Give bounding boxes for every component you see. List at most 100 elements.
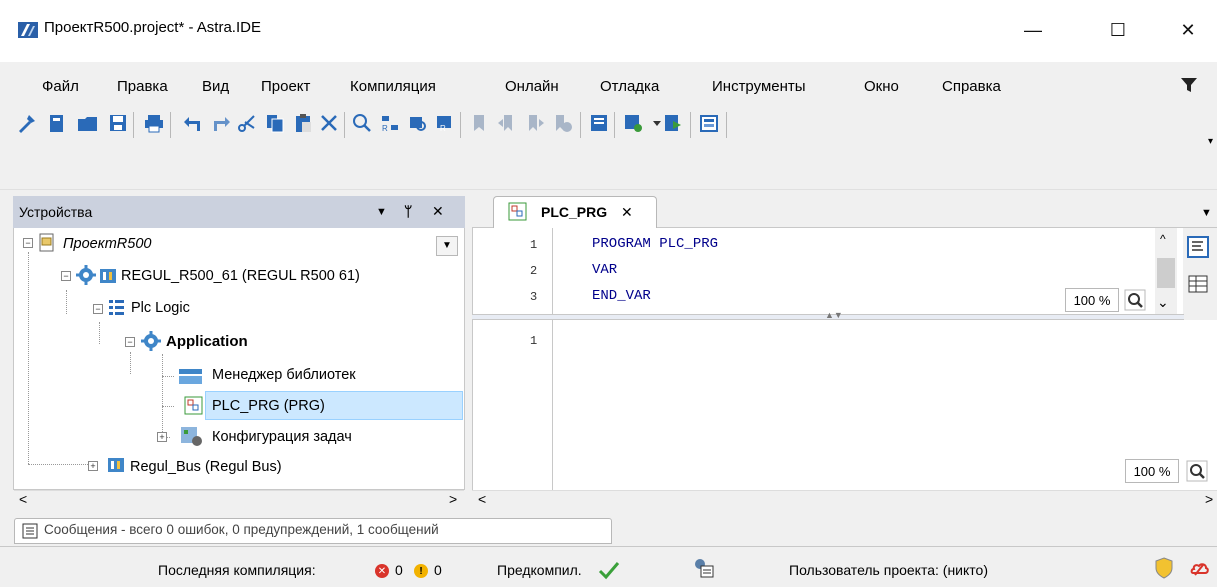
- maximize-button[interactable]: ☐: [1095, 12, 1141, 48]
- collapse-toggle[interactable]: −: [125, 337, 135, 347]
- precompile-ok-icon: [598, 560, 620, 583]
- find-replace-icon[interactable]: R: [379, 112, 401, 134]
- scroll-right-icon[interactable]: >: [449, 491, 457, 507]
- zoom-magnifier-icon[interactable]: [1124, 289, 1146, 314]
- tree-item-device[interactable]: REGUL_R500_61 (REGUL R500 61): [121, 268, 360, 284]
- scroll-thumb[interactable]: [1157, 258, 1175, 288]
- tree-item-library-manager[interactable]: Менеджер библиотек: [212, 367, 356, 383]
- undo-icon[interactable]: [182, 112, 204, 134]
- menu-file[interactable]: Файл: [42, 78, 79, 95]
- collapse-toggle[interactable]: −: [61, 271, 71, 281]
- bookmark-icon[interactable]: [468, 112, 490, 134]
- add-object-icon[interactable]: [622, 112, 644, 134]
- toolbar-band: [0, 150, 1217, 190]
- find-icon[interactable]: [351, 112, 373, 134]
- paste-icon[interactable]: [292, 112, 314, 134]
- precompile-label: Предкомпил.: [497, 562, 582, 578]
- menu-online[interactable]: Онлайн: [505, 78, 559, 95]
- tree-item-regul-bus[interactable]: Regul_Bus (Regul Bus): [130, 459, 282, 475]
- tab-close-icon[interactable]: ✕: [621, 204, 633, 221]
- splitter-arrows-icon[interactable]: ▲▼: [825, 310, 843, 320]
- pin-icon[interactable]: ᛘ: [404, 203, 412, 219]
- panel-menu-icon[interactable]: ▼: [376, 206, 387, 218]
- tree-item-project[interactable]: ПроектR500: [63, 236, 151, 252]
- tree-item-application[interactable]: Application: [166, 333, 248, 350]
- minimize-button[interactable]: —: [1010, 12, 1056, 48]
- calendar-icon[interactable]: [698, 112, 720, 134]
- zoom-level-bottom[interactable]: 100 %: [1125, 459, 1179, 483]
- application-gear-icon: [140, 330, 162, 355]
- menu-build[interactable]: Компиляция: [350, 78, 436, 95]
- cut-icon[interactable]: [236, 112, 258, 134]
- copy-icon[interactable]: [264, 112, 286, 134]
- toolbar-separator: [133, 112, 134, 138]
- scroll-left-icon[interactable]: <: [19, 491, 27, 507]
- program-pou-icon: [184, 396, 204, 419]
- close-button[interactable]: ✕: [1165, 12, 1211, 48]
- tab-list-dropdown-icon[interactable]: ▼: [1201, 207, 1212, 219]
- build-settings-icon[interactable]: [693, 557, 715, 582]
- delete-icon[interactable]: [318, 112, 340, 134]
- tree-dropdown-icon[interactable]: ▼: [436, 236, 458, 256]
- pointer-icon[interactable]: [16, 112, 38, 134]
- panel-close-icon[interactable]: ✕: [432, 203, 444, 220]
- security-shield-icon[interactable]: [1154, 557, 1174, 582]
- menu-help[interactable]: Справка: [942, 78, 1001, 95]
- zoom-level-top[interactable]: 100 %: [1065, 288, 1119, 312]
- code-line[interactable]: END_VAR: [592, 288, 651, 304]
- menu-tools[interactable]: Инструменты: [712, 78, 806, 95]
- prev-bookmark-icon[interactable]: [496, 112, 518, 134]
- toolbar-separator: [344, 112, 345, 138]
- plc-logic-icon: [107, 298, 127, 321]
- code-line[interactable]: PROGRAM PLC_PRG: [592, 236, 718, 252]
- tree-item-plc-prg[interactable]: PLC_PRG (PRG): [212, 398, 325, 414]
- bookmark-search-icon[interactable]: [407, 112, 429, 134]
- download-icon[interactable]: [662, 112, 684, 134]
- collapse-toggle[interactable]: −: [93, 304, 103, 314]
- editor-horizontal-scrollbar[interactable]: [472, 490, 1217, 510]
- expand-toggle[interactable]: +: [88, 461, 98, 471]
- error-icon: ✕: [375, 564, 389, 578]
- devices-horizontal-scrollbar[interactable]: [14, 490, 464, 510]
- collapse-toggle[interactable]: −: [23, 238, 33, 248]
- tree-item-task-config[interactable]: Конфигурация задач: [212, 429, 352, 445]
- compile-icon[interactable]: [588, 112, 610, 134]
- scroll-down-icon[interactable]: ⌄: [1157, 294, 1169, 311]
- warning-icon: !: [414, 564, 428, 578]
- scroll-up-icon[interactable]: ^: [1160, 232, 1166, 246]
- code-line[interactable]: VAR: [592, 262, 617, 278]
- project-user-label: Пользователь проекта: (никто): [789, 562, 988, 578]
- save-icon[interactable]: [107, 112, 129, 134]
- gear-icon: [75, 264, 97, 289]
- expand-toggle[interactable]: +: [157, 432, 167, 442]
- svg-text:R: R: [382, 124, 388, 133]
- bus-device-icon: [106, 455, 126, 478]
- clear-bookmarks-icon[interactable]: [552, 112, 574, 134]
- next-bookmark-icon[interactable]: [524, 112, 546, 134]
- redo-icon[interactable]: [210, 112, 232, 134]
- funnel-icon[interactable]: [1180, 76, 1198, 94]
- gutter-divider: [552, 320, 553, 490]
- library-manager-icon: [178, 366, 204, 389]
- zoom-magnifier-icon[interactable]: [1186, 460, 1208, 485]
- cross-reference-icon[interactable]: R: [434, 112, 456, 134]
- toolbar-separator: [726, 112, 727, 138]
- implementation-editor[interactable]: [472, 320, 1217, 490]
- textual-view-icon[interactable]: [1187, 236, 1209, 261]
- print-icon[interactable]: [143, 112, 165, 134]
- tabular-view-icon[interactable]: [1187, 274, 1209, 299]
- menu-project[interactable]: Проект: [261, 78, 310, 95]
- menu-view[interactable]: Вид: [202, 78, 229, 95]
- toolbar-separator: [580, 112, 581, 138]
- toolbar-overflow-icon[interactable]: ▾: [1208, 136, 1213, 147]
- menu-edit[interactable]: Правка: [117, 78, 168, 95]
- tree-item-plc-logic[interactable]: Plc Logic: [131, 300, 190, 316]
- scroll-left-icon[interactable]: <: [478, 491, 486, 507]
- open-folder-icon[interactable]: [77, 112, 99, 134]
- scroll-right-icon[interactable]: >: [1205, 491, 1213, 507]
- menu-window[interactable]: Окно: [864, 78, 899, 95]
- menu-debug[interactable]: Отладка: [600, 78, 659, 95]
- new-file-icon[interactable]: [46, 112, 68, 134]
- cloud-disconnected-icon[interactable]: [1188, 558, 1210, 581]
- toolbar-separator: [614, 112, 615, 138]
